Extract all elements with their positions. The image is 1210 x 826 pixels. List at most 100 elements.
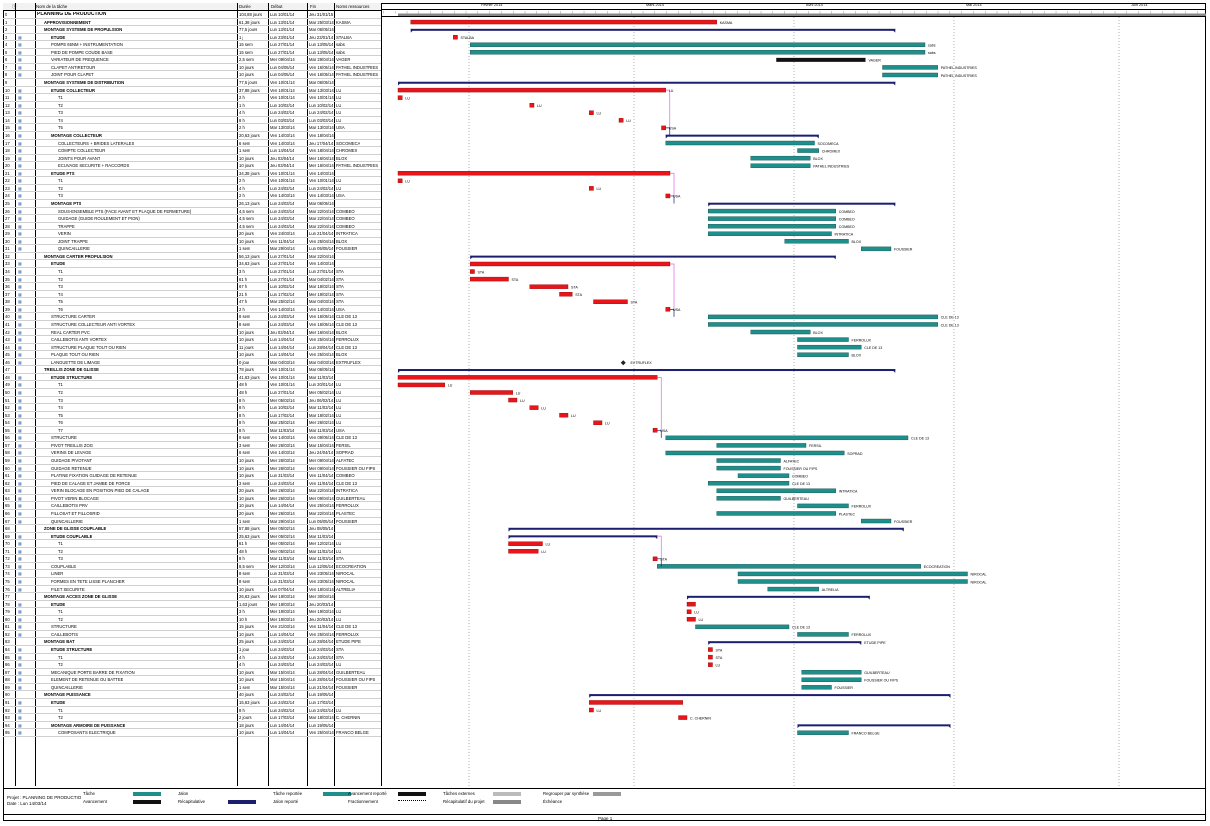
note-icon[interactable]: ▦ <box>18 617 22 622</box>
note-icon[interactable]: ▦ <box>18 231 22 236</box>
table-row[interactable]: 76 FILET SECURITE 10 jours Lun 07/04/14 Ven … <box>3 586 381 594</box>
table-row[interactable]: 15 T5 2 h Mar 13/03/14 Mar 13/03/14 USA ▦ <box>3 124 381 132</box>
table-row[interactable]: 71 T2 48 h Mer 05/02/14 Mar 11/02/14 LU ▦ <box>3 548 381 556</box>
note-icon[interactable]: ▦ <box>18 571 22 576</box>
table-row[interactable]: 16 MONTAGE COLLECTEUR 20,63 jours Ven 14/03… <box>3 132 381 140</box>
note-icon[interactable]: ▦ <box>18 556 22 561</box>
note-icon[interactable]: ▦ <box>18 587 22 592</box>
table-row[interactable]: 47 TREILLIS ZONE DE GLISSE 78 jours Ven 10/… <box>3 366 381 374</box>
table-row[interactable]: 61 PLATINE FIXATION GUIDAGE DE RETENUE 10 … <box>3 472 381 480</box>
table-row[interactable]: 40 STRUCTURE CARTER 8 sem Lun 24/03/14 Ven 1… <box>3 313 381 321</box>
table-row[interactable]: 48 ETUDE STRUCTURE 41,63 jours Ven 10/01/14… <box>3 374 381 382</box>
table-row[interactable]: 8 JOINT POUR CLAPET 10 jours Lun 04/05/14 Ve… <box>3 71 381 80</box>
note-icon[interactable]: ▦ <box>18 307 22 312</box>
note-icon[interactable]: ▦ <box>18 269 22 274</box>
note-icon[interactable]: ▦ <box>18 224 22 229</box>
table-row[interactable]: 25 MONTAGE PTS 26,13 jours Lun 24/03/14 Mar … <box>3 200 381 208</box>
table-row[interactable]: 38 T5 47 h Mar 25/02/14 Mar 04/03/14 STA ▦ <box>3 298 381 306</box>
table-row[interactable]: 67 QUINCAILLERIE 1 sem Mar 29/04/14 Lun 05/0… <box>3 518 381 526</box>
note-icon[interactable]: ▦ <box>18 360 22 365</box>
note-icon[interactable]: ▦ <box>18 261 22 266</box>
note-icon[interactable]: ▦ <box>18 171 22 176</box>
note-icon[interactable]: ▦ <box>18 723 22 728</box>
table-row[interactable]: 65 CAILLEBOTIS PRV 10 jours Lun 14/04/14 Ven… <box>3 502 381 510</box>
table-row[interactable]: 77 MONTAGE ACCES ZONE DE GLISSE 26,63 jour… <box>3 593 381 601</box>
note-icon[interactable]: ▦ <box>18 118 22 123</box>
table-row[interactable]: 78 ETUDE 1,63 jours Mer 19/03/14 Jeu 20/03/1… <box>3 601 381 609</box>
note-icon[interactable]: ▦ <box>18 72 22 77</box>
table-row[interactable]: 19 JOINTS POUR AVANT 10 jours Jeu 03/04/14 M… <box>3 155 381 163</box>
table-row[interactable]: 17 COLLECTEURS + BRIDES LATERALES 6 sem Ven… <box>3 140 381 148</box>
table-row[interactable]: 74 LINER 8 sem Lun 31/03/14 Ven 23/05/14 NIRO… <box>3 570 381 578</box>
note-icon[interactable]: ▦ <box>18 428 22 433</box>
note-icon[interactable]: ▦ <box>18 186 22 191</box>
table-row[interactable]: 2 MONTAGE SYSTEME DE PROPULSION 77,5 jours… <box>3 26 381 34</box>
table-row[interactable]: 58 VERINS DE LEVAGE 6 sem Ven 14/03/14 Jeu 2… <box>3 449 381 458</box>
note-icon[interactable]: ▦ <box>18 413 22 418</box>
table-row[interactable]: 64 PIVOT VERIN BLOCAGE 10 jours Mer 26/03/1… <box>3 495 381 503</box>
table-row[interactable]: 27 GUIDAGE (GUIDE ROULEMENT ET PION) 4,5 s… <box>3 215 381 223</box>
table-row[interactable]: 1 APPROVISIONNEMENT 61,38 jours Lun 13/01/1… <box>3 19 381 27</box>
note-icon[interactable]: ▦ <box>18 647 22 652</box>
note-icon[interactable]: ▦ <box>18 148 22 153</box>
table-row[interactable]: 68 ZONE DE GLISSE COUPLABLE 57,88 jours Mer… <box>3 525 381 533</box>
note-icon[interactable]: ▦ <box>18 541 22 546</box>
table-row[interactable]: 81 STRUCTURE 15 jours Ven 21/03/14 Ven 11/04… <box>3 623 381 631</box>
table-row[interactable]: 63 VERIN BLOCAGE EN POSITION PIED DE CALA… <box>3 487 381 495</box>
table-row[interactable]: 13 T3 4 h Lun 24/02/14 Lun 24/02/14 LU ▦ <box>3 109 381 117</box>
table-row[interactable]: 82 CAILLEBOTIS 10 jours Lun 14/04/14 Ven 25/… <box>3 631 381 639</box>
table-row[interactable]: 84 ETUDE STRUCTURE 1 jour Lun 24/03/14 Lun 2… <box>3 646 381 654</box>
table-row[interactable]: 43 CAILLEBOTIS ANTI VORTEX 10 jours Lun 14/… <box>3 336 381 344</box>
table-row[interactable]: 69 ETUDE COUPLABLE 25,63 jours Mer 05/02/14… <box>3 533 381 541</box>
note-icon[interactable]: ▦ <box>18 677 22 682</box>
note-icon[interactable]: ▦ <box>18 443 22 448</box>
note-icon[interactable]: ▦ <box>18 141 22 146</box>
name-column-header[interactable]: Nom de la tâche <box>36 4 67 9</box>
note-icon[interactable]: ▦ <box>18 662 22 667</box>
table-row[interactable]: 20 ECUVAGE SECURITE + RACCORDS 10 jours Jeu… <box>3 162 381 170</box>
note-icon[interactable]: ▦ <box>18 299 22 304</box>
note-icon[interactable]: ▦ <box>18 292 22 297</box>
note-icon[interactable]: ▦ <box>18 65 22 70</box>
resources-column-header[interactable]: Noms ressources <box>336 4 369 9</box>
note-icon[interactable]: ▦ <box>18 103 22 108</box>
table-row[interactable]: 21 ETUDE PTS 34,38 jours Ven 10/01/14 Ven 14… <box>3 170 381 178</box>
note-icon[interactable]: ▦ <box>18 201 22 206</box>
table-row[interactable]: 93 T2 2 jours Lun 17/03/14 Mar 18/03/14 C. CH… <box>3 714 381 722</box>
note-icon[interactable]: ▦ <box>18 277 22 282</box>
table-row[interactable]: 80 T2 10 h Mer 19/03/14 Jeu 20/03/14 LU ▦ <box>3 616 381 624</box>
table-row[interactable]: 87 MECANIQUE PORTE BARRE DE FIXATION 10 jo… <box>3 669 381 677</box>
table-row[interactable]: 34 T1 3 h Lun 27/01/14 Lun 27/01/14 STA ▦ <box>3 268 381 276</box>
note-icon[interactable]: ▦ <box>18 133 22 138</box>
note-icon[interactable]: ▦ <box>18 549 22 554</box>
note-icon[interactable]: ▦ <box>18 435 22 440</box>
note-icon[interactable]: ▦ <box>18 314 22 319</box>
table-row[interactable]: 50 T2 48 h Lun 27/01/14 Mer 05/02/14 LU ▦ <box>3 389 381 397</box>
note-icon[interactable]: ▦ <box>18 700 22 705</box>
table-row[interactable]: 60 GUIDAGE RETENUE 10 jours Mer 26/03/14 Mer… <box>3 465 381 473</box>
table-row[interactable]: 7 CLAPET ANTIRETOUR 10 jours Lun 04/05/14 Ve… <box>3 64 381 72</box>
table-row[interactable]: 55 T7 8 h Mar 11/03/14 Mar 11/03/14 USA ▦ <box>3 427 381 435</box>
note-icon[interactable]: ▦ <box>18 337 22 342</box>
note-icon[interactable]: ▦ <box>18 405 22 410</box>
table-row[interactable]: 54 T6 8 h Mar 25/02/14 Mer 26/02/14 LU ▦ <box>3 419 381 427</box>
note-icon[interactable]: ▦ <box>18 466 22 471</box>
note-icon[interactable]: ▦ <box>18 156 22 161</box>
note-icon[interactable]: ▦ <box>18 670 22 675</box>
table-row[interactable]: 45 PLAQUE TOUT OU RIEN 10 jours Lun 14/04/1… <box>3 351 381 359</box>
table-row[interactable]: 42 REAL CARTER PVC 10 jours Jeu 03/04/14 Mer… <box>3 329 381 337</box>
table-row[interactable]: 28 TRAPPE 4,5 sem Lun 24/03/14 Mar 22/04/14 C… <box>3 223 381 231</box>
note-icon[interactable]: ▦ <box>18 209 22 214</box>
table-row[interactable]: 85 T1 4 h Lun 24/03/14 Lun 24/03/14 STA ▦ <box>3 654 381 662</box>
table-row[interactable]: 83 MONTAGE BAT 25 jours Lun 24/03/14 Lun 28/… <box>3 638 381 647</box>
note-icon[interactable]: ▦ <box>18 88 22 93</box>
note-icon[interactable]: ▦ <box>18 685 22 690</box>
note-icon[interactable]: ▦ <box>18 609 22 614</box>
note-icon[interactable]: ▦ <box>18 511 22 516</box>
note-icon[interactable]: ▦ <box>18 624 22 629</box>
start-column-header[interactable]: Début <box>271 4 282 9</box>
table-row[interactable]: 72 T3 8 h Mar 11/03/14 Mar 11/03/14 STA ▦ <box>3 555 381 563</box>
table-row[interactable]: 33 ETUDE 34,63 jours Lun 27/01/14 Ven 14/03/… <box>3 260 381 269</box>
table-row[interactable]: 79 T1 3 h Mer 19/03/14 Mer 19/03/14 LU ▦ <box>3 608 381 616</box>
end-column-header[interactable]: Fin <box>310 4 316 9</box>
